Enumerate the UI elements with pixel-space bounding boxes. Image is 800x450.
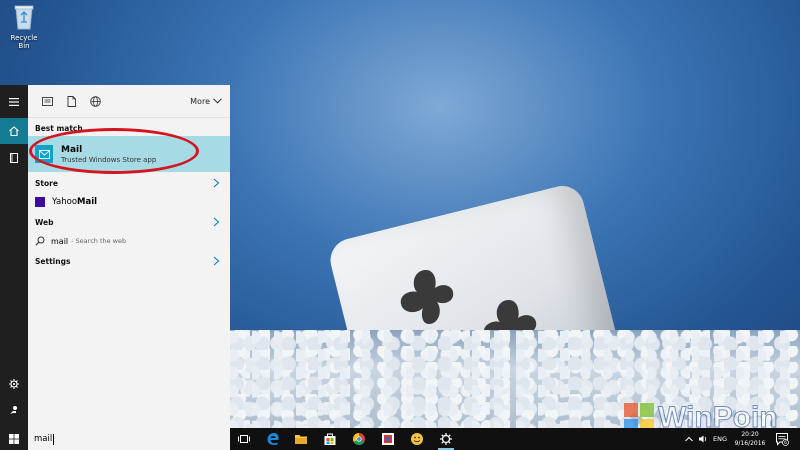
best-match-mail-result[interactable]: Mail Trusted Windows Store app [28,136,230,172]
task-view-icon [238,435,250,443]
hamburger-menu-button[interactable] [0,89,28,115]
clock-time: 20:20 [741,431,759,438]
store-result-match: Mail [77,197,98,207]
web-query: mail [51,236,69,246]
smiley-icon [411,433,423,445]
search-results-panel: More Best match Mail Trusted Windows Sto… [28,85,230,428]
feedback-button[interactable] [0,397,28,423]
more-label: More [190,96,210,106]
web-heading[interactable]: Web [28,214,230,230]
notebook-button[interactable] [0,145,28,171]
edge-browser-icon [267,433,279,445]
marshmallow-eye-left [400,270,454,324]
watermark-text: WinPoin [658,401,779,429]
start-left-rail [0,85,28,428]
language-indicator[interactable]: ENG [713,428,727,450]
chrome-icon [352,433,365,446]
hamburger-icon [9,98,19,106]
apps-filter-icon [41,96,53,106]
recycle-bin-label: Recycle Bin [10,34,38,50]
more-filters-button[interactable]: More [190,97,222,106]
gear-icon [440,433,452,445]
apps-filter-button[interactable] [40,94,54,108]
document-icon [67,95,76,107]
photo-app-button[interactable] [380,431,396,447]
chevron-right-icon [213,256,220,266]
chevron-right-icon [213,217,220,227]
notebook-icon [10,153,18,163]
web-search-result[interactable]: mail - Search the web [28,230,230,252]
windows-logo-icon [9,434,19,444]
settings-heading[interactable]: Settings [28,253,230,269]
chrome-button[interactable] [351,431,367,447]
photo-app-icon [382,433,394,445]
clock-date: 9/16/2016 [734,440,766,447]
folder-icon [295,435,307,444]
chevron-right-icon [213,178,220,188]
yahoo-mail-icon [35,197,45,207]
search-icon [35,236,45,246]
settings-taskbar-button[interactable] [438,431,454,450]
file-explorer-button[interactable] [293,431,309,447]
winpoin-logo-icon [624,403,654,428]
winpoin-watermark: WinPoin [622,398,800,428]
feedback-icon [10,406,17,414]
mail-app-tile [35,145,53,163]
store-result-yahoo-mail[interactable]: Yahoo Mail [28,191,230,213]
best-match-heading: Best match [35,123,83,133]
best-match-title: Mail [61,144,83,155]
store-bag-icon [324,433,336,445]
globe-icon [89,95,101,107]
recycle-bin-shortcut[interactable]: Recycle Bin [4,4,44,50]
text-caret [53,433,55,445]
volume-button[interactable] [698,428,708,450]
home-button[interactable] [0,118,28,144]
volume-icon [699,435,707,443]
filter-bar: More [28,85,230,118]
task-view-button[interactable] [236,431,252,447]
taskbar: mail ENG 20:20 9/16/2016 6 [0,428,800,450]
start-button[interactable] [0,428,28,450]
show-hidden-icons-button[interactable] [685,428,693,450]
notification-count: 6 [784,440,787,446]
mail-icon [38,149,50,159]
clock[interactable]: 20:20 9/16/2016 [730,430,770,448]
edge-button[interactable] [265,431,281,447]
home-icon [9,126,19,137]
settings-rail-button[interactable] [0,371,28,397]
search-input-value: mail [34,434,53,444]
chevron-up-icon [685,436,693,442]
store-heading[interactable]: Store [28,175,230,191]
store-result-prefix: Yahoo [52,197,78,207]
recycle-bin-icon [14,5,34,30]
chevron-down-icon [213,98,222,104]
taskbar-search-input[interactable]: mail [28,428,230,450]
gear-icon [9,379,19,389]
store-button[interactable] [322,431,338,447]
action-center-button[interactable]: 6 [775,432,789,446]
emoji-app-button[interactable] [409,431,425,447]
web-hint: - Search the web [71,237,127,245]
best-match-subtitle: Trusted Windows Store app [61,155,157,164]
language-label: ENG [713,435,728,443]
web-filter-button[interactable] [88,94,102,108]
documents-filter-button[interactable] [64,94,78,108]
